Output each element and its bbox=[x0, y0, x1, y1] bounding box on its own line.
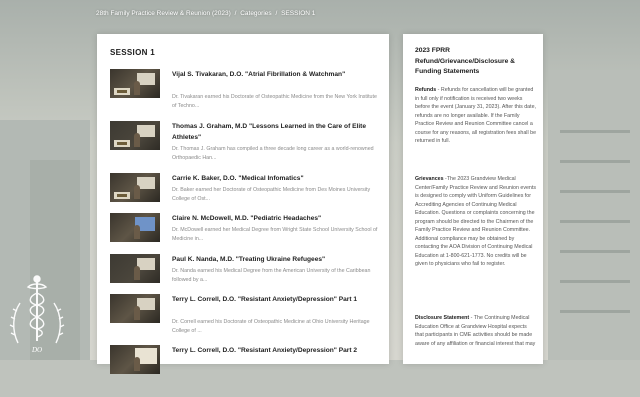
video-thumbnail[interactable] bbox=[110, 69, 160, 98]
session-item[interactable]: Terry L. Correll, D.O. "Resistant Anxiet… bbox=[110, 294, 380, 346]
video-thumbnail[interactable] bbox=[110, 121, 160, 150]
refunds-text: - Refunds for cancellation will be grant… bbox=[415, 87, 537, 144]
session-item-description: Dr. Thomas J. Graham has compiled a thre… bbox=[172, 146, 374, 161]
session-list-panel: SESSION 1 Vijal S. Tivakaran, D.O. "Atri… bbox=[97, 34, 389, 374]
session-item-description: Dr. Tivakaran earned his Doctorate of Os… bbox=[172, 94, 377, 109]
statements-panel: 2023 FPRR Refund/Grievance/Disclosure & … bbox=[403, 34, 543, 364]
grievances-text: -The 2023 Grandview Medical Center/Famil… bbox=[415, 176, 537, 267]
session-item[interactable]: Thomas J. Graham, M.D "Lessons Learned i… bbox=[110, 121, 380, 173]
disclosure-paragraph: Disclosure Statement - The Continuing Me… bbox=[415, 314, 537, 348]
grievances-label: Grievances bbox=[415, 176, 444, 182]
grievances-paragraph: Grievances -The 2023 Grandview Medical C… bbox=[415, 175, 537, 269]
session-item-title[interactable]: Thomas J. Graham, M.D "Lessons Learned i… bbox=[172, 122, 380, 143]
session-item-title[interactable]: Claire N. McDowell, M.D. "Pediatric Head… bbox=[172, 214, 380, 225]
session-item-description: Dr. McDowell earned her Medical Degree f… bbox=[172, 227, 378, 242]
session-item-title[interactable]: Vijal S. Tivakaran, D.O. "Atrial Fibrill… bbox=[172, 70, 380, 81]
session-item-title[interactable]: Carrie K. Baker, D.O. "Medical Infomatic… bbox=[172, 174, 380, 185]
statements-heading: 2023 FPRR Refund/Grievance/Disclosure & … bbox=[415, 47, 515, 75]
refunds-label: Refunds bbox=[415, 87, 437, 93]
session-item[interactable]: Terry L. Correll, D.O. "Resistant Anxiet… bbox=[110, 345, 380, 397]
breadcrumb-site-link[interactable]: 28th Family Practice Review & Reunion (2… bbox=[96, 10, 231, 17]
session-item-title[interactable]: Terry L. Correll, D.O. "Resistant Anxiet… bbox=[172, 346, 380, 357]
osteopathic-caduceus-logo: DO bbox=[9, 275, 65, 354]
breadcrumb-separator: / bbox=[234, 10, 237, 17]
refunds-paragraph: Refunds - Refunds for cancellation will … bbox=[415, 86, 537, 146]
session-item-description: Dr. Correll earned his Doctorate of Oste… bbox=[172, 319, 370, 334]
video-thumbnail[interactable] bbox=[110, 254, 160, 283]
session-item-description: Dr. Nanda earned his Medical Degree from… bbox=[172, 268, 371, 283]
video-thumbnail[interactable] bbox=[110, 213, 160, 242]
session-item[interactable]: Vijal S. Tivakaran, D.O. "Atrial Fibrill… bbox=[110, 69, 380, 121]
breadcrumb: 28th Family Practice Review & Reunion (2… bbox=[96, 10, 317, 17]
logo-text: DO bbox=[31, 346, 42, 354]
session-title: SESSION 1 bbox=[110, 48, 155, 57]
breadcrumb-current: SESSION 1 bbox=[281, 10, 316, 17]
disclosure-label: Disclosure Statement bbox=[415, 315, 470, 321]
session-item-description: Dr. Baker earned her Doctorate of Osteop… bbox=[172, 187, 371, 202]
breadcrumb-categories-link[interactable]: Categories bbox=[240, 10, 271, 17]
video-thumbnail[interactable] bbox=[110, 173, 160, 202]
video-thumbnail[interactable] bbox=[110, 294, 160, 323]
session-item-title[interactable]: Terry L. Correll, D.O. "Resistant Anxiet… bbox=[172, 295, 380, 306]
breadcrumb-separator: / bbox=[275, 10, 278, 17]
session-item-title[interactable]: Paul K. Nanda, M.D. "Treating Ukraine Re… bbox=[172, 255, 380, 266]
